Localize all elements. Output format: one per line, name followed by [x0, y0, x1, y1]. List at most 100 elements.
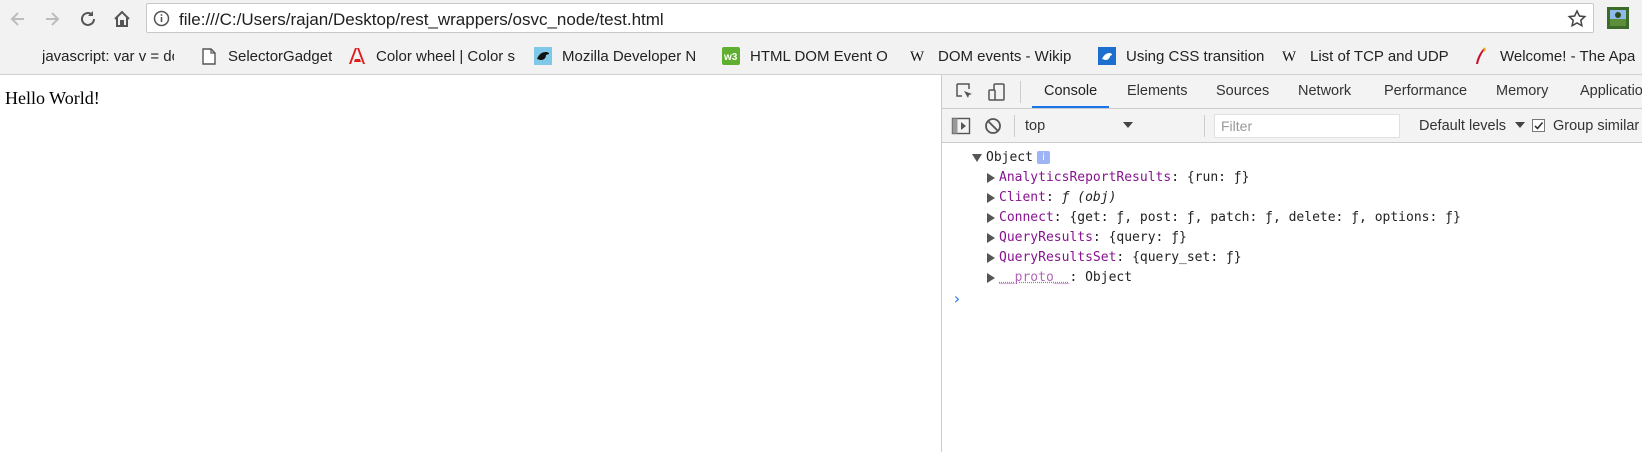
bookmark-item[interactable]: Welcome! - The Apa: [1472, 45, 1642, 67]
bookmark-item[interactable]: w3 HTML DOM Event O: [722, 45, 894, 67]
group-similar-label: Group similar: [1553, 118, 1640, 134]
collapse-triangle-icon[interactable]: [987, 252, 995, 263]
console-prompt[interactable]: ›: [952, 289, 962, 308]
collapse-triangle-icon[interactable]: [987, 232, 995, 243]
bookmark-label: Using CSS transition: [1126, 47, 1265, 65]
tab-application[interactable]: Application: [1580, 75, 1642, 108]
bookmark-item[interactable]: SelectorGadget: [200, 45, 340, 67]
adobe-icon: [348, 47, 366, 65]
property-key: __proto__: [999, 270, 1070, 285]
collapse-triangle-icon[interactable]: [987, 172, 995, 183]
tab-network[interactable]: Network: [1298, 75, 1351, 108]
bookmark-star-icon[interactable]: [1567, 9, 1587, 34]
console-toolbar: top Filter Default levels Group similar: [942, 109, 1642, 143]
filter-placeholder: Filter: [1221, 118, 1253, 134]
toolbar-separator: [1204, 115, 1205, 137]
page-icon: [200, 47, 218, 65]
property-value: {query: ƒ}: [1108, 230, 1187, 245]
tab-console[interactable]: Console: [1031, 75, 1110, 108]
url-text[interactable]: file:///C:/Users/rajan/Desktop/rest_wrap…: [179, 10, 664, 30]
page-text: Hello World!: [5, 88, 100, 108]
forward-icon[interactable]: [39, 6, 65, 32]
expand-triangle-icon[interactable]: [972, 153, 982, 162]
browser-toolbar: file:///C:/Users/rajan/Desktop/rest_wrap…: [0, 0, 1642, 37]
tab-separator: [1020, 81, 1021, 103]
devtools-tab-bar: Console Elements Sources Network Perform…: [942, 75, 1642, 109]
object-property-row[interactable]: QueryResultsSet: {query_set: ƒ}: [987, 249, 1242, 267]
w3schools-icon: w3: [722, 47, 740, 65]
object-root-row[interactable]: Object i: [972, 149, 1050, 167]
bookmark-label: DOM events - Wikip: [938, 47, 1072, 65]
bookmark-label: Color wheel | Color s: [376, 47, 515, 65]
mdn-blue-icon: [1098, 47, 1116, 65]
object-property-row[interactable]: AnalyticsReportResults: {run: ƒ}: [987, 169, 1249, 187]
info-icon[interactable]: [153, 10, 170, 32]
svg-text:W: W: [910, 49, 925, 65]
object-property-row[interactable]: Client: ƒ (obj): [987, 189, 1116, 207]
extension-icon[interactable]: [1606, 6, 1630, 30]
inspect-element-icon[interactable]: [954, 81, 976, 103]
collapse-triangle-icon[interactable]: [987, 212, 995, 223]
object-root-label: Object: [986, 150, 1033, 165]
wikipedia-icon: W: [1282, 47, 1300, 65]
property-separator: :: [1171, 170, 1187, 185]
device-toolbar-icon[interactable]: [986, 81, 1008, 103]
reload-icon[interactable]: [75, 6, 101, 32]
bookmark-label: javascript: var v = do: [42, 47, 174, 65]
tab-memory[interactable]: Memory: [1496, 75, 1548, 108]
property-value: {get: ƒ, post: ƒ, patch: ƒ, delete: ƒ, o…: [1069, 210, 1461, 225]
svg-text:W: W: [1282, 49, 1297, 65]
tab-sources[interactable]: Sources: [1216, 75, 1269, 108]
svg-text:w3: w3: [723, 52, 738, 63]
bookmark-item[interactable]: javascript: var v = do: [14, 45, 174, 67]
address-bar[interactable]: file:///C:/Users/rajan/Desktop/rest_wrap…: [146, 3, 1594, 33]
filter-input[interactable]: Filter: [1214, 114, 1400, 138]
levels-dropdown[interactable]: Default levels: [1419, 114, 1526, 138]
devtools-panel: Console Elements Sources Network Perform…: [941, 75, 1642, 452]
property-key: Connect: [999, 210, 1054, 225]
wikipedia-icon: W: [910, 47, 928, 65]
show-sidebar-icon[interactable]: [950, 115, 972, 137]
bookmark-item[interactable]: W DOM events - Wikip: [910, 45, 1086, 67]
clear-console-icon[interactable]: [982, 115, 1004, 137]
property-value: {query_set: ƒ}: [1132, 250, 1242, 265]
chevron-down-icon[interactable]: [1122, 117, 1134, 135]
object-property-row[interactable]: Connect: {get: ƒ, post: ƒ, patch: ƒ, del…: [987, 209, 1461, 227]
bookmarks-bar: javascript: var v = do SelectorGadget Co…: [0, 37, 1642, 75]
collapse-triangle-icon[interactable]: [987, 192, 995, 203]
property-separator: :: [1053, 210, 1070, 225]
bookmark-item[interactable]: W List of TCP and UDP: [1282, 45, 1460, 67]
bookmark-item[interactable]: Using CSS transition: [1098, 45, 1270, 67]
bookmark-label: SelectorGadget: [228, 47, 333, 65]
checkmark-icon: [1534, 121, 1544, 130]
property-key: QueryResults: [999, 230, 1093, 245]
tab-elements[interactable]: Elements: [1127, 75, 1187, 108]
bookmark-item[interactable]: Color wheel | Color s: [348, 45, 518, 67]
property-value: ƒ (obj): [1061, 190, 1117, 205]
object-property-row[interactable]: __proto__: Object: [987, 269, 1132, 287]
toolbar-separator: [1014, 115, 1015, 137]
blank-page-icon: [14, 47, 32, 65]
bookmark-label: HTML DOM Event O: [750, 47, 888, 65]
property-separator: :: [1116, 250, 1133, 265]
apache-icon: [1472, 47, 1490, 65]
property-value: {run: ƒ}: [1186, 170, 1250, 185]
context-selector[interactable]: top: [1025, 114, 1137, 138]
property-separator: :: [1069, 270, 1086, 285]
group-similar-checkbox[interactable]: [1532, 119, 1545, 132]
bookmark-item[interactable]: Mozilla Developer N: [534, 45, 706, 67]
collapse-triangle-icon[interactable]: [987, 272, 995, 283]
info-badge-icon: i: [1036, 151, 1050, 164]
property-key: AnalyticsReportResults: [999, 170, 1172, 185]
property-key: Client: [999, 190, 1046, 205]
mdn-icon: [534, 47, 552, 65]
object-property-row[interactable]: QueryResults: {query: ƒ}: [987, 229, 1187, 247]
page-viewport: Hello World!: [0, 75, 941, 452]
back-icon[interactable]: [5, 6, 31, 32]
tab-performance[interactable]: Performance: [1384, 75, 1467, 108]
home-icon[interactable]: [109, 6, 135, 32]
chevron-down-icon: [1515, 122, 1526, 128]
console-output: Object i AnalyticsReportResults: {run: ƒ}…: [942, 143, 1642, 452]
levels-label: Default levels: [1419, 118, 1507, 134]
context-value: top: [1025, 118, 1046, 134]
